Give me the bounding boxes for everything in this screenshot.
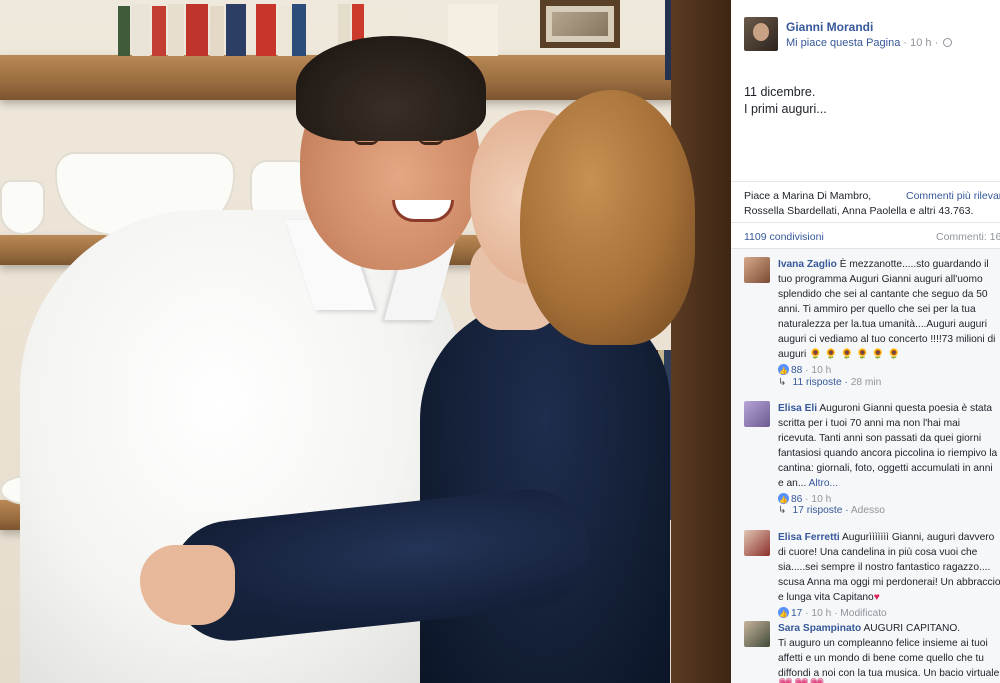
replies-count[interactable]: 17 risposte	[793, 505, 843, 516]
post-timestamp[interactable]: 10 h	[910, 37, 931, 49]
comment-time[interactable]: 10 h	[811, 365, 831, 376]
heart-emoji: ♥	[873, 592, 880, 603]
comment-text: e lunga vita Capitano	[778, 592, 874, 603]
view-replies-link[interactable]: ↳ 17 risposte · Adesso	[778, 505, 885, 516]
commenter-name[interactable]: Ivana Zaglio	[778, 259, 837, 270]
post-text-line: I primi auguri...	[744, 102, 827, 116]
page-avatar[interactable]	[744, 17, 778, 51]
comment-text: e an...	[778, 478, 807, 489]
view-replies-link[interactable]: ↳ 11 risposte · 28 min	[778, 377, 881, 388]
photo-book	[226, 4, 246, 56]
photo-book	[256, 4, 276, 56]
photo-man-eye	[418, 137, 444, 145]
comment-text: fantasiosi quando ancora piccolina io ri…	[778, 448, 998, 459]
globe-icon	[943, 38, 953, 47]
post-text: 11 dicembre. I primi auguri...	[744, 84, 827, 118]
comment-text: splendido che sei al cantante che seguo …	[778, 289, 988, 300]
reply-arrow-icon: ↳	[778, 377, 787, 388]
comment-text: È mezzanotte.....sto guardando il	[839, 259, 989, 270]
see-more-link[interactable]: Altro...	[809, 478, 838, 489]
comment-meta: 17 · 10 h · Modificato	[778, 606, 1000, 622]
replies-time: Adesso	[850, 505, 885, 516]
comment-like-count[interactable]: 86	[791, 494, 802, 505]
comment-text: sia.....sei sempre il nostro fantastico …	[778, 562, 991, 573]
shares-count-link[interactable]: 1109 condivisioni	[744, 231, 824, 243]
photo-book	[168, 4, 184, 56]
comment-text: naturalezza per la.tua umanità....Auguri…	[778, 319, 987, 330]
replies-time: 28 min	[850, 377, 882, 388]
comment-text: scritta per i tuoi 70 anni ma non l'hai …	[778, 418, 961, 429]
post-side-panel: Gianni Morandi Mi piace questa Pagina · …	[731, 0, 1000, 683]
replies-count[interactable]: 11 risposte	[793, 377, 842, 388]
like-page-link[interactable]: Mi piace questa Pagina	[786, 37, 900, 49]
photo-book	[292, 4, 306, 56]
sunflower-emoji: 🌻🌻🌻🌻🌻🌻	[809, 349, 904, 360]
comment-time[interactable]: 10 h	[811, 494, 831, 505]
likes-line[interactable]: Rossella Sbardellati, Anna Paolella e al…	[744, 204, 1000, 219]
comment-meta: 88 · 10 h	[778, 363, 1000, 379]
photo-tureen	[0, 180, 45, 235]
meta-separator: ·	[900, 37, 911, 49]
photo-book	[186, 4, 208, 56]
photo-book	[132, 4, 150, 56]
comment-time[interactable]: 10 h	[811, 608, 831, 619]
commenter-name[interactable]: Sara Spampinato	[778, 623, 861, 634]
commenter-avatar[interactable]	[744, 401, 770, 427]
comment-text: cantina: giornali, foto, oggetti accumul…	[778, 463, 993, 474]
photo-man-eye	[353, 137, 379, 145]
comment-text: auguri ci vediamo al tuo concerto !!!!73…	[778, 334, 996, 345]
photo-woman-hair	[520, 90, 695, 345]
likes-summary: Piace a Marina Di Mambro, Rossella Sbard…	[731, 181, 1000, 219]
post-meta: Mi piace questa Pagina · 10 h ·	[786, 35, 953, 51]
photo-cabinet	[671, 0, 731, 683]
comment-edited[interactable]: Modificato	[840, 608, 886, 619]
comments-count: Commenti: 16	[936, 231, 1000, 243]
commenter-avatar[interactable]	[744, 621, 770, 647]
photo-woman-hand	[140, 545, 235, 625]
comment-like-count[interactable]: 88	[791, 365, 802, 376]
comment-text: Ti auguro un compleanno felice insieme a…	[778, 638, 988, 649]
shares-summary: 1109 condivisioni Commenti: 16	[731, 222, 1000, 243]
comment-text: affetti e un mondo di bene come quello c…	[778, 653, 984, 664]
heart-emoji: 💗💗💗	[778, 677, 826, 683]
commenter-avatar[interactable]	[744, 257, 770, 283]
comments-list: Ivana Zaglio È mezzanotte.....sto guarda…	[731, 248, 1000, 683]
comment-text: tuo programma Auguri Gianni auguri all'u…	[778, 274, 983, 285]
page-name-link[interactable]: Gianni Morandi	[786, 19, 952, 35]
comment-text: ricevuta. Tanti anni son passati da quei…	[778, 433, 982, 444]
comment-text: auguri	[778, 349, 807, 360]
comment-text: AUGURI CAPITANO.	[863, 623, 961, 634]
photo-book	[448, 4, 498, 56]
post-header: Gianni Morandi Mi piace questa Pagina · …	[744, 17, 953, 51]
meta-separator: ·	[931, 37, 942, 49]
photo-picture-frame	[540, 0, 620, 48]
like-reaction-icon	[778, 364, 789, 379]
comment-text: di cuore! Una candelina in più cosa vuoi…	[778, 547, 978, 558]
comment-text: anni. Ti ammiro per quello che sei per l…	[778, 304, 976, 315]
commenter-name[interactable]: Elisa Eli	[778, 403, 817, 414]
comment-text: Augurììììììì Gianni, auguri davvero	[842, 532, 995, 543]
commenter-avatar[interactable]	[744, 530, 770, 556]
comment-text: scusa Anna ma oggi mi perdonerai! Un abb…	[778, 577, 1000, 588]
post-text-line: 11 dicembre.	[744, 85, 816, 99]
like-reaction-icon	[778, 607, 789, 622]
comment-text: Auguroni Gianni questa poesia è stata	[819, 403, 993, 414]
photo-book	[118, 6, 130, 56]
comment-sort-dropdown[interactable]: Commenti più rilevanti	[906, 189, 1000, 204]
photo-book	[152, 6, 166, 56]
post-photo[interactable]	[0, 0, 731, 683]
photo-book	[210, 6, 224, 56]
comment-like-count[interactable]: 17	[791, 608, 802, 619]
photo-book	[278, 6, 292, 56]
commenter-name[interactable]: Elisa Ferretti	[778, 532, 840, 543]
photo-man-hair	[296, 36, 486, 141]
reply-arrow-icon: ↳	[778, 505, 787, 516]
like-reaction-icon	[778, 493, 789, 508]
